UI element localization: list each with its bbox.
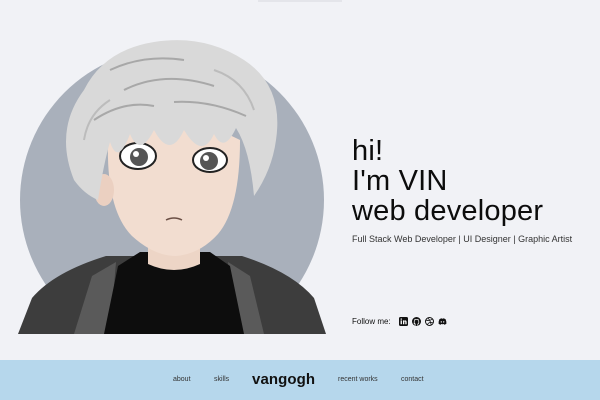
brand-logo[interactable]: vangogh bbox=[252, 371, 315, 388]
name-heading: I'm VIN bbox=[352, 165, 448, 197]
dribbble-icon[interactable] bbox=[424, 317, 434, 326]
social-icons bbox=[398, 317, 447, 326]
social-section: Follow me: bbox=[352, 317, 447, 326]
intro-block: hi! I'm VIN web developer Full Stack Web… bbox=[352, 136, 592, 244]
intro-subtitle: Full Stack Web Developer | UI Designer |… bbox=[352, 234, 573, 244]
github-icon[interactable] bbox=[411, 317, 421, 326]
top-edge-divider bbox=[258, 0, 342, 2]
follow-label: Follow me: bbox=[352, 317, 391, 326]
nav-link-recent-works[interactable]: recent works bbox=[338, 376, 378, 383]
greeting-heading: hi! bbox=[352, 135, 384, 167]
role-heading: web developer bbox=[352, 195, 544, 227]
linkedin-icon[interactable] bbox=[398, 317, 408, 326]
nav-link-skills[interactable]: skills bbox=[214, 376, 229, 383]
avatar-illustration bbox=[14, 30, 328, 334]
discord-icon[interactable] bbox=[438, 317, 447, 326]
avatar-svg bbox=[18, 40, 326, 334]
footer-nav: about skills vangogh recent works contac… bbox=[0, 360, 600, 400]
nav-link-contact[interactable]: contact bbox=[401, 376, 424, 383]
nav-link-about[interactable]: about bbox=[173, 376, 191, 383]
